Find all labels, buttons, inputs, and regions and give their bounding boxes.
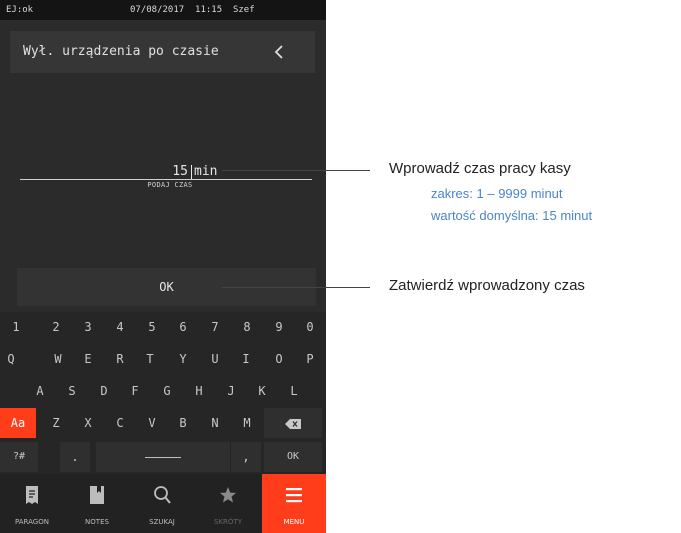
chevron-left-icon[interactable]	[269, 39, 289, 65]
callout-input-default: wartość domyślna: 15 minut	[431, 208, 593, 223]
callout-line-input	[222, 170, 370, 171]
time-input-value: 15	[172, 164, 188, 179]
star-icon	[220, 487, 236, 503]
input-hint: PODAJ CZAS	[147, 181, 193, 189]
datetime-user: 07/08/2017 11:15 Szef	[130, 5, 255, 15]
device-screen: EJ:ok 07/08/2017 11:15 Szef Wył. urządze…	[0, 0, 326, 533]
tab-label: MENU	[283, 518, 305, 526]
callout-input-range: zakres: 1 – 9999 minut	[431, 186, 563, 201]
keyboard-ok-key[interactable]: OK	[264, 442, 322, 472]
callout-line-ok	[222, 287, 370, 288]
notebook-icon	[90, 486, 104, 504]
tab-label: PARAGON	[15, 518, 49, 526]
symbols-key[interactable]: ?#	[0, 442, 38, 472]
keyboard-row-space: ?# . , OK	[0, 312, 326, 474]
on-screen-keyboard: 1 2 3 4 5 6 7 8 9 0 Q W E R T Y U I O P …	[0, 312, 326, 474]
text-cursor	[191, 165, 192, 179]
tab-notes[interactable]: NOTES	[65, 474, 129, 533]
screen-header: Wył. urządzenia po czasie	[10, 31, 315, 73]
tab-label: SZUKAJ	[149, 518, 175, 526]
tab-label: NOTES	[85, 518, 109, 526]
menu-icon	[286, 488, 302, 503]
time-input-unit: min	[194, 164, 218, 179]
tab-skroty[interactable]: SKRÓTY	[196, 474, 260, 533]
tab-szukaj[interactable]: SZUKAJ	[130, 474, 194, 533]
ej-status: EJ:ok	[6, 5, 34, 15]
tab-paragon[interactable]: PARAGON	[0, 474, 64, 533]
tab-label: SKRÓTY	[214, 518, 242, 526]
bottom-tab-bar: PARAGON NOTES SZUKAJ SKRÓTY MENU	[0, 474, 326, 533]
input-underline	[20, 179, 312, 180]
tab-menu[interactable]: MENU	[262, 474, 326, 533]
space-key-mark	[145, 457, 181, 458]
callout-input-title: Wprowadź czas pracy kasy	[389, 160, 571, 177]
receipt-icon	[26, 486, 38, 504]
search-icon	[154, 486, 171, 504]
status-bar: EJ:ok 07/08/2017 11:15 Szef	[0, 0, 326, 20]
key-comma[interactable]: ,	[231, 442, 261, 472]
callout-ok: Zatwierdź wprowadzony czas	[389, 277, 585, 294]
key-dot[interactable]: .	[60, 442, 90, 472]
page-title: Wył. urządzenia po czasie	[23, 44, 219, 59]
space-key[interactable]	[96, 442, 230, 472]
